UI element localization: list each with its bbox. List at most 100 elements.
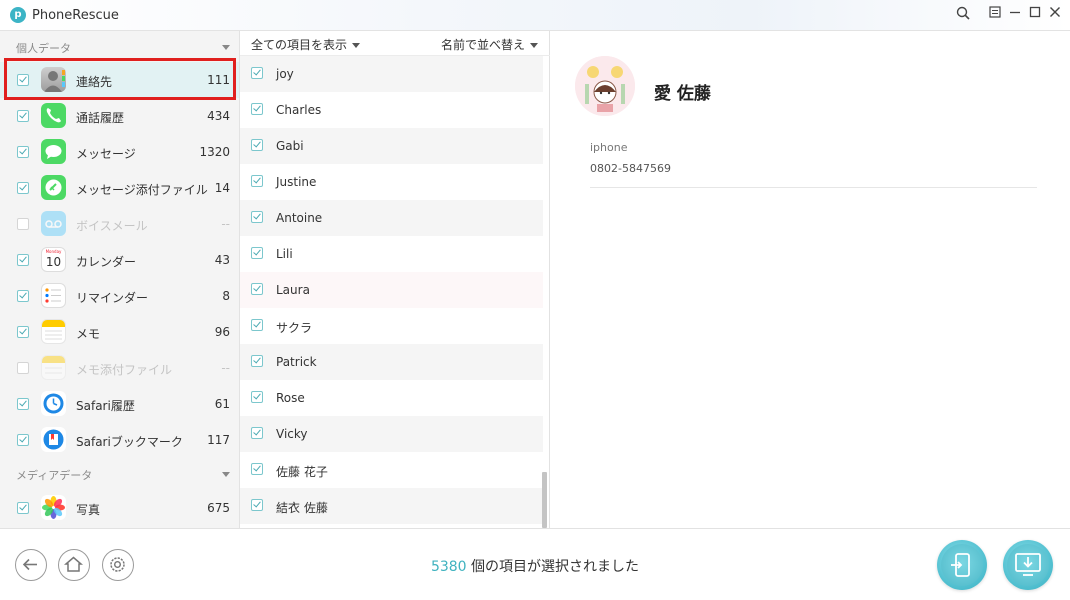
sidebar-item-notes[interactable]: メモ 96: [0, 314, 239, 350]
item-count: 14: [214, 181, 230, 195]
sidebar-item-voicemail[interactable]: ボイスメール --: [0, 206, 239, 242]
list-scrollbar[interactable]: [542, 472, 547, 528]
item-count: --: [221, 361, 230, 375]
contact-display-name: 愛 佐藤: [654, 84, 711, 104]
personal-data-header[interactable]: 個人データ: [0, 33, 239, 59]
checkbox[interactable]: [17, 362, 29, 374]
app-logo-icon: p: [10, 7, 26, 23]
contact-name: Gabi: [276, 139, 304, 153]
download-to-computer-icon: [1015, 553, 1041, 576]
phone-field-value: 0802-5847569: [590, 162, 671, 175]
contact-row[interactable]: Rose: [240, 380, 543, 416]
search-icon[interactable]: [954, 6, 972, 24]
item-count: 111: [207, 73, 230, 87]
checkbox[interactable]: [251, 283, 263, 295]
contact-row[interactable]: Patrick: [240, 344, 543, 380]
checkbox[interactable]: [251, 463, 263, 475]
calendar-month: Monday: [45, 249, 62, 254]
contact-row[interactable]: Gabi: [240, 128, 543, 164]
item-count: 8: [222, 289, 230, 303]
checkbox[interactable]: [251, 211, 263, 223]
selection-status: 5380 個の項目が選択されました: [0, 556, 1070, 576]
checkbox[interactable]: [251, 247, 263, 259]
photos-icon: [41, 495, 66, 520]
contact-name: joy: [276, 67, 294, 81]
sidebar-item-safari-history[interactable]: Safari履歴 61: [0, 386, 239, 422]
close-icon[interactable]: [1046, 6, 1064, 24]
sidebar-item-call-history[interactable]: 通話履歴 434: [0, 98, 239, 134]
contact-row[interactable]: 佐藤 花子: [240, 452, 543, 488]
sidebar-item-photos[interactable]: 写真 675: [0, 490, 239, 526]
menu-icon[interactable]: [986, 6, 1004, 24]
sort-dropdown[interactable]: 名前で並べ替え: [441, 36, 538, 53]
item-count: 434: [207, 109, 230, 123]
sidebar-item-reminders[interactable]: リマインダー 8: [0, 278, 239, 314]
contact-name: Patrick: [276, 355, 317, 369]
checkbox[interactable]: [251, 67, 263, 79]
checkbox[interactable]: [251, 319, 263, 331]
media-data-header[interactable]: メディアデータ: [0, 460, 239, 486]
filter-dropdown[interactable]: 全ての項目を表示: [251, 36, 361, 53]
minimize-icon[interactable]: [1006, 6, 1024, 24]
checkbox[interactable]: [251, 103, 263, 115]
filter-label: 全ての項目を表示: [251, 38, 348, 52]
contact-row[interactable]: joy: [240, 56, 543, 92]
sidebar-item-label: ボイスメール: [76, 219, 148, 233]
contact-row[interactable]: 結衣 佐藤: [240, 488, 543, 524]
sidebar-item-label: メッセージ: [76, 147, 136, 161]
checkbox[interactable]: [17, 74, 29, 86]
contact-row[interactable]: Charles: [240, 92, 543, 128]
checkbox[interactable]: [17, 502, 29, 514]
sidebar-item-label: カレンダー: [76, 255, 137, 269]
checkbox[interactable]: [17, 290, 29, 302]
checkbox[interactable]: [251, 499, 263, 511]
checkbox[interactable]: [17, 254, 29, 266]
to-device-icon: [951, 553, 970, 577]
checkbox[interactable]: [17, 146, 29, 158]
checkbox[interactable]: [17, 326, 29, 338]
avatar: [575, 56, 635, 116]
recover-to-computer-button[interactable]: [1003, 540, 1053, 590]
checkbox[interactable]: [251, 139, 263, 151]
status-text: 個の項目が選択されました: [466, 559, 640, 575]
contact-row[interactable]: Antoine: [240, 200, 543, 236]
sidebar-item-label: Safariブックマーク: [76, 435, 183, 449]
checkbox[interactable]: [251, 391, 263, 403]
sidebar-item-note-attachments[interactable]: メモ添付ファイル --: [0, 350, 239, 386]
checkbox[interactable]: [17, 110, 29, 122]
checkbox[interactable]: [251, 355, 263, 367]
checkbox[interactable]: [251, 427, 263, 439]
checkbox[interactable]: [17, 398, 29, 410]
phone-field-label: iphone: [590, 141, 628, 154]
checkbox[interactable]: [251, 175, 263, 187]
category-sidebar: 個人データ 連絡先 111 通話履歴 434 メッセージ 1320 メッセージ添…: [0, 31, 240, 528]
sidebar-item-contacts[interactable]: 連絡先 111: [0, 62, 239, 98]
sidebar-item-message-attachments[interactable]: メッセージ添付ファイル 14: [0, 170, 239, 206]
contact-row[interactable]: Laura: [240, 272, 543, 308]
contact-row[interactable]: Lili: [240, 236, 543, 272]
checkbox[interactable]: [17, 434, 29, 446]
contact-name: Antoine: [276, 211, 323, 225]
sidebar-item-label: リマインダー: [76, 291, 149, 305]
contact-row[interactable]: Vicky: [240, 416, 543, 452]
contact-name: Charles: [276, 103, 322, 117]
phone-icon: [41, 103, 66, 128]
sidebar-item-calendar[interactable]: Monday 10 カレンダー 43: [0, 242, 239, 278]
contact-name: Laura: [276, 283, 310, 297]
sidebar-item-label: 連絡先: [76, 75, 113, 89]
maximize-icon[interactable]: [1026, 6, 1044, 24]
contact-row[interactable]: Justine: [240, 164, 543, 200]
bottom-bar: 5380 個の項目が選択されました: [0, 528, 1070, 600]
contact-row[interactable]: サクラ: [240, 308, 543, 344]
sidebar-item-label: メモ添付ファイル: [76, 363, 173, 377]
collapse-caret-icon[interactable]: [222, 472, 230, 477]
sidebar-item-label: 写真: [76, 503, 101, 517]
contact-detail-panel: 愛 佐藤 iphone 0802-5847569: [550, 31, 1070, 528]
sidebar-item-safari-bookmarks[interactable]: Safariブックマーク 117: [0, 422, 239, 458]
sidebar-item-messages[interactable]: メッセージ 1320: [0, 134, 239, 170]
recover-to-device-button[interactable]: [937, 540, 987, 590]
checkbox[interactable]: [17, 218, 29, 230]
collapse-caret-icon[interactable]: [222, 45, 230, 50]
checkbox[interactable]: [17, 182, 29, 194]
item-count: 96: [214, 325, 230, 339]
